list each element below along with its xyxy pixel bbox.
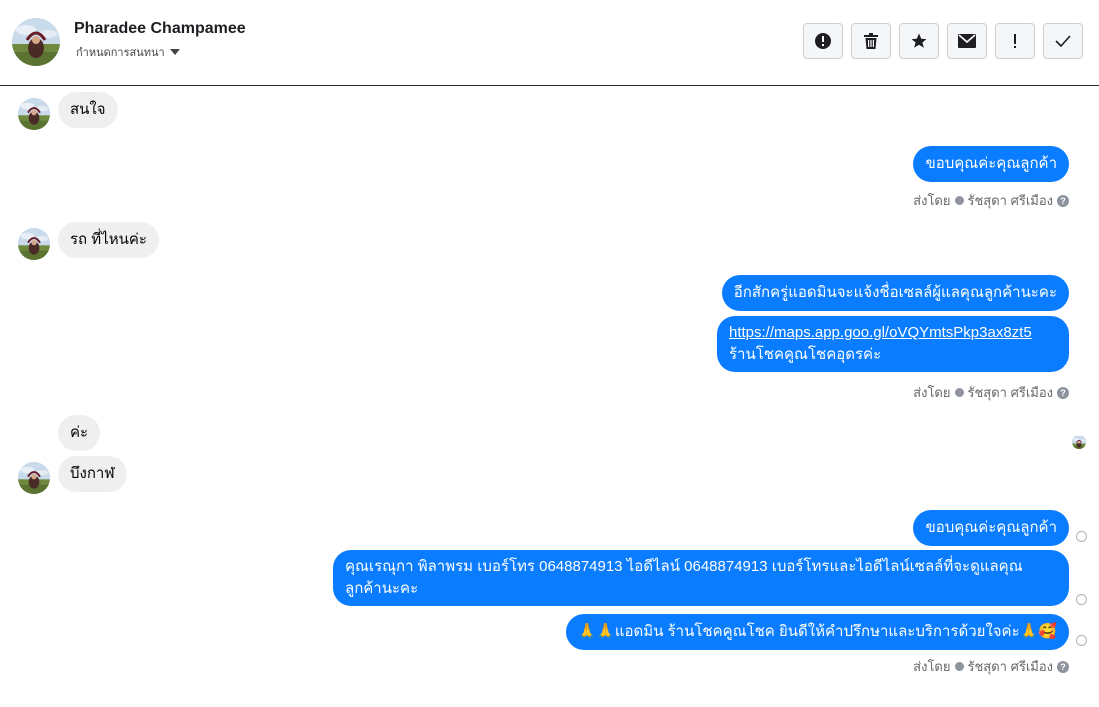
- help-icon[interactable]: ?: [1057, 386, 1069, 399]
- incoming-message[interactable]: สนใจ: [58, 92, 118, 128]
- outgoing-message[interactable]: อีกสักครู่แอดมินจะแจ้งชื่อเซลล์ผู้แลคุณล…: [721, 275, 1069, 311]
- sent-by-name[interactable]: รัชสุดา ศรีเมือง: [968, 190, 1054, 211]
- check-circle-icon: [954, 388, 964, 397]
- checkmark-icon: [1055, 35, 1071, 47]
- mark-important-button[interactable]: [995, 23, 1035, 59]
- delete-button[interactable]: [851, 23, 891, 59]
- contact-name[interactable]: Pharadee Champamee: [74, 20, 246, 38]
- alert-circle-icon: [815, 33, 831, 49]
- customer-avatar[interactable]: [18, 462, 50, 494]
- outgoing-message[interactable]: 🙏🙏แอดมิน ร้านโชคคูณโชค ยินดีให้คำปรึกษาแ…: [565, 614, 1069, 650]
- check-circle-icon: [954, 196, 964, 205]
- incoming-message[interactable]: รถ ที่ไหนค่ะ: [58, 222, 159, 258]
- report-spam-button[interactable]: [803, 23, 843, 59]
- envelope-icon: [958, 34, 976, 48]
- incoming-message[interactable]: ค่ะ: [58, 415, 101, 451]
- star-icon: [911, 33, 927, 48]
- contact-avatar[interactable]: [12, 18, 60, 66]
- sent-by-name[interactable]: รัชสุดา ศรีเมือง: [968, 382, 1054, 403]
- sent-by-label: ส่งโดย: [913, 193, 951, 208]
- conversation-header: Pharadee Champamee กำหนดการสนทนา: [0, 0, 1099, 86]
- customer-avatar[interactable]: [18, 228, 50, 260]
- incoming-message[interactable]: บึงกาฬ: [58, 456, 127, 492]
- sent-by-label: ส่งโดย: [913, 385, 951, 400]
- star-button[interactable]: [899, 23, 939, 59]
- outgoing-message[interactable]: https://maps.app.goo.gl/oVQYmtsPkp3ax8zt…: [717, 316, 1069, 372]
- delivered-status-icon: [1076, 594, 1087, 605]
- outgoing-message[interactable]: ขอบคุณค่ะคุณลูกค้า: [913, 510, 1069, 546]
- check-circle-icon: [954, 662, 964, 671]
- exclamation-icon: [1014, 34, 1016, 48]
- caret-down-icon: [169, 49, 180, 55]
- sent-by-info: ส่งโดย รัชสุดา ศรีเมือง ?: [913, 190, 1069, 211]
- map-link[interactable]: https://maps.app.goo.gl/oVQYmtsPkp3ax8zt…: [729, 322, 1057, 344]
- sent-by-info: ส่งโดย รัชสุดา ศรีเมือง ?: [913, 382, 1069, 403]
- outgoing-message[interactable]: คุณเรณุกา พิลาพรม เบอร์โทร 0648874913 ไอ…: [333, 550, 1069, 606]
- conversation-settings-label: กำหนดการสนทนา: [76, 47, 165, 59]
- mark-done-button[interactable]: [1043, 23, 1083, 59]
- conversation-settings-dropdown[interactable]: กำหนดการสนทนา: [76, 43, 180, 61]
- seen-avatar: [1072, 435, 1086, 449]
- sent-by-name[interactable]: รัชสุดา ศรีเมือง: [968, 656, 1054, 677]
- sent-by-info: ส่งโดย รัชสุดา ศรีเมือง ?: [913, 656, 1069, 677]
- delivered-status-icon: [1076, 635, 1087, 646]
- help-icon[interactable]: ?: [1057, 194, 1069, 207]
- customer-avatar[interactable]: [18, 98, 50, 130]
- sent-by-label: ส่งโดย: [913, 659, 951, 674]
- trash-icon: [864, 33, 878, 49]
- mark-unread-button[interactable]: [947, 23, 987, 59]
- help-icon[interactable]: ?: [1057, 660, 1069, 673]
- message-text: ร้านโชคคูณโชคอุดรค่ะ: [729, 346, 882, 363]
- delivered-status-icon: [1076, 531, 1087, 542]
- outgoing-message[interactable]: ขอบคุณค่ะคุณลูกค้า: [913, 146, 1069, 182]
